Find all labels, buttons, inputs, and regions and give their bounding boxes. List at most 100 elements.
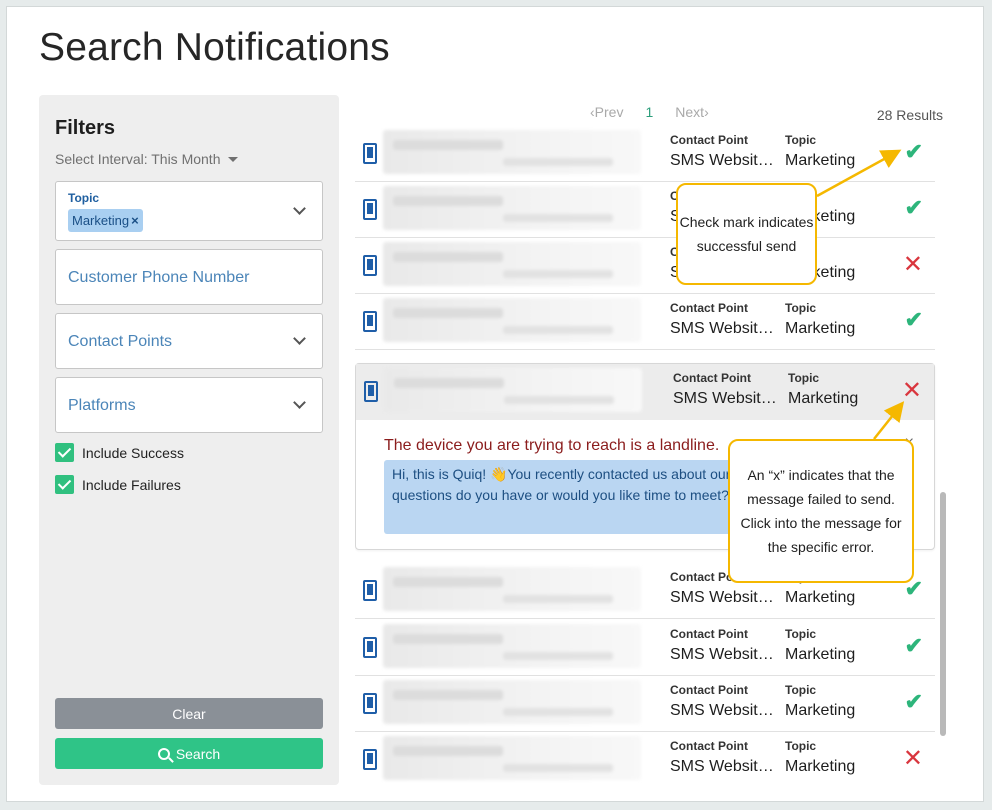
topic-label: Topic (785, 683, 817, 697)
expanded-notification-header[interactable]: Contact Point SMS Websit… Topic Marketin… (356, 364, 934, 420)
pagination: ‹Prev 1 Next› (590, 104, 709, 120)
contact-point-value: SMS Websit… (670, 646, 774, 663)
include-failures-checkbox[interactable] (55, 475, 74, 494)
include-success-option[interactable]: Include Success (55, 443, 184, 462)
include-success-label: Include Success (82, 444, 184, 461)
platforms-placeholder: Platforms (68, 397, 136, 414)
topic-chip: Marketing × (68, 209, 143, 232)
search-icon (157, 747, 170, 760)
notification-row[interactable]: Contact Point SMS Websit… Topic Marketin… (355, 620, 935, 676)
redacted-recipient (383, 298, 641, 342)
phone-icon (363, 637, 377, 658)
scrollbar-thumb[interactable] (940, 492, 946, 736)
phone-icon (363, 311, 377, 332)
contact-point-label: Contact Point (670, 683, 748, 697)
contact-point-label: Contact Point (670, 739, 748, 753)
include-success-checkbox[interactable] (55, 443, 74, 462)
failure-icon: ✕ (902, 745, 923, 772)
callout-check-text: Check mark indicates successful send (679, 214, 814, 254)
redacted-recipient (383, 736, 641, 780)
error-message: The device you are trying to reach is a … (384, 437, 720, 454)
caret-down-icon (228, 156, 239, 162)
failure-icon: ✕ (901, 377, 922, 404)
chevron-down-icon[interactable] (293, 202, 306, 215)
redacted-recipient (383, 130, 641, 174)
topic-chip-label: Marketing (72, 213, 130, 228)
topic-label: Topic (785, 627, 817, 641)
contact-point-value: SMS Websit… (670, 758, 774, 775)
contact-point-value: SMS Websit… (670, 320, 774, 337)
clear-button-label: Clear (172, 705, 206, 722)
topic-value: Marketing (785, 758, 856, 775)
filters-panel: Filters Select Interval: This Month Topi… (39, 95, 339, 785)
contact-points-select[interactable]: Contact Points (55, 313, 323, 369)
chevron-down-icon[interactable] (293, 396, 306, 409)
notification-row[interactable]: Contact Point SMS Websit… Topic Marketin… (355, 238, 935, 294)
callout-x-text: An “x” indicates that the message failed… (740, 467, 902, 555)
success-check-icon: ✔ (904, 139, 923, 164)
prev-page-link[interactable]: ‹Prev (590, 104, 623, 120)
contact-point-value: SMS Websit… (670, 702, 774, 719)
topic-value: Marketing (785, 589, 856, 606)
topic-label: Topic (68, 191, 100, 205)
customer-phone-input[interactable]: Customer Phone Number (55, 249, 323, 305)
notification-row[interactable]: Contact Point SMS Websit… Topic Marketin… (355, 732, 935, 786)
include-failures-option[interactable]: Include Failures (55, 475, 181, 494)
chip-remove-icon[interactable]: × (131, 213, 139, 228)
topic-value: Marketing (785, 702, 856, 719)
success-check-icon: ✔ (904, 633, 923, 658)
topic-select[interactable]: Topic Marketing × (55, 181, 323, 241)
platforms-select[interactable]: Platforms (55, 377, 323, 433)
topic-value: Marketing (788, 390, 859, 407)
include-failures-label: Include Failures (82, 476, 181, 493)
contact-point-label: Contact Point (670, 133, 748, 147)
notification-row[interactable]: Contact Point SMS Websit… Topic Marketin… (355, 182, 935, 238)
results-count: 28 Results (876, 107, 943, 123)
contact-point-label: Contact Point (673, 371, 751, 385)
success-check-icon: ✔ (904, 307, 923, 332)
notification-row[interactable]: Contact Point SMS Websit… Topic Marketin… (355, 294, 935, 350)
clear-button[interactable]: Clear (55, 698, 323, 729)
interval-select[interactable]: Select Interval: This Month (55, 151, 239, 167)
redacted-recipient (383, 242, 641, 286)
success-check-icon: ✔ (904, 195, 923, 220)
notification-row[interactable]: Contact Point SMS Websit… Topic Marketin… (355, 676, 935, 732)
search-button-label: Search (175, 745, 221, 762)
phone-icon (363, 693, 377, 714)
next-page-link[interactable]: Next› (675, 104, 708, 120)
redacted-recipient (384, 368, 642, 412)
callout-check: Check mark indicates successful send (676, 183, 817, 285)
next-page-label: Next (675, 104, 705, 120)
topic-value: Marketing (785, 646, 856, 663)
contact-point-value: SMS Websit… (670, 589, 774, 606)
notification-row[interactable]: Contact Point SMS Websit… Topic Marketin… (355, 126, 935, 182)
redacted-recipient (383, 186, 641, 230)
topic-label: Topic (785, 739, 817, 753)
search-button[interactable]: Search (55, 738, 323, 769)
topic-value: Marketing (785, 152, 856, 169)
phone-icon (363, 199, 377, 220)
page-title: Search Notifications (39, 26, 390, 69)
phone-icon (364, 381, 378, 402)
topic-label: Topic (785, 133, 817, 147)
contact-point-value: SMS Websit… (670, 152, 774, 169)
redacted-recipient (383, 624, 641, 668)
contact-point-value: SMS Websit… (673, 390, 777, 407)
contact-points-placeholder: Contact Points (68, 333, 173, 350)
filters-title: Filters (55, 117, 116, 139)
phone-icon (363, 749, 377, 770)
customer-phone-placeholder: Customer Phone Number (68, 269, 250, 286)
contact-point-label: Contact Point (670, 627, 748, 641)
contact-point-label: Contact Point (670, 301, 748, 315)
redacted-recipient (383, 680, 641, 724)
topic-label: Topic (788, 371, 820, 385)
chevron-down-icon[interactable] (293, 332, 306, 345)
interval-label: Select Interval: This Month (55, 151, 221, 167)
current-page[interactable]: 1 (645, 104, 653, 120)
topic-value: Marketing (785, 320, 856, 337)
phone-icon (363, 143, 377, 164)
phone-icon (363, 255, 377, 276)
success-check-icon: ✔ (904, 689, 923, 714)
prev-page-label: Prev (594, 104, 624, 120)
callout-x: An “x” indicates that the message failed… (728, 439, 914, 583)
